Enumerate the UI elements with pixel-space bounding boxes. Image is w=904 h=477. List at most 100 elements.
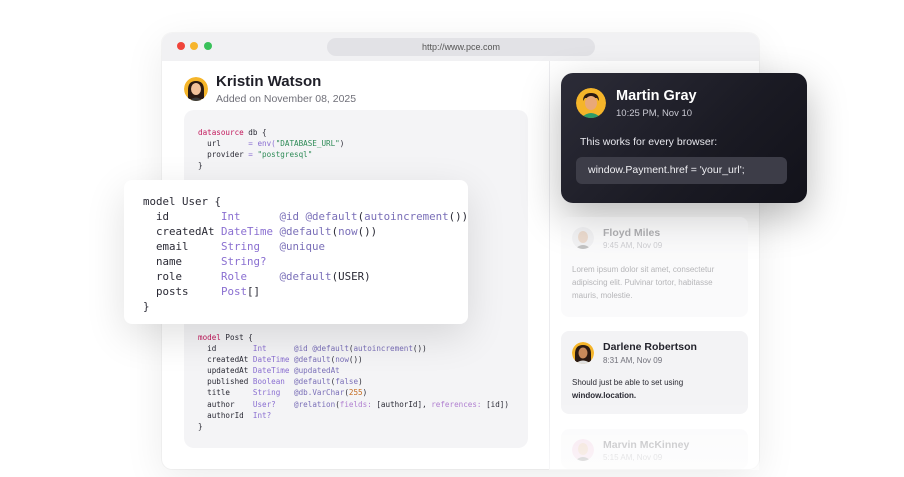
comment-time: 10:25 PM, Nov 10 [616,108,693,119]
code-token: @default [294,355,331,365]
code-token: now [338,225,358,238]
title-bar: http://www.pce.com [162,33,759,61]
code-token: posts [143,285,222,298]
code-token: createdAt [143,225,222,238]
code-token: name [143,255,222,268]
code-token: @relation [294,399,336,409]
user-model-code: model User { id Int @id @default(autoinc… [143,194,468,314]
code-token: provider [198,150,249,160]
comment-card-martin[interactable]: Martin Gray 10:25 PM, Nov 10 This works … [561,73,807,203]
avatar[interactable] [572,439,594,461]
minimize-window-button[interactable] [190,42,198,50]
author-name: Kristin Watson [216,73,322,90]
code-token: } [198,161,203,171]
comment-text: This works for every browser: [580,136,718,148]
code-token: datasource [198,128,244,137]
comment-card-darlene[interactable]: Darlene Robertson 8:31 AM, Nov 09 Should… [561,331,748,414]
avatar[interactable] [572,227,594,249]
avatar[interactable] [576,88,606,118]
commenter-name: Darlene Robertson [603,341,697,353]
code-token: id [143,210,222,223]
code-token: url [198,139,249,149]
code-token: false [335,377,359,387]
code-token: fields: [339,399,372,409]
code-token: @default [294,377,331,387]
avatar[interactable] [572,342,594,364]
code-token: db { [243,128,267,137]
code-token: String? [221,255,267,268]
code-token: ()) [412,344,427,354]
code-token: 255 [348,388,363,398]
code-token: = env( [248,139,276,149]
user-model-popup: model User { id Int @id @default(autoinc… [124,180,468,324]
code-token: role [143,270,222,283]
code-token: Role [221,270,248,283]
code-token: String [221,240,261,253]
code-token: } [198,421,203,431]
code-token: title [198,388,253,398]
code-token: @db.VarChar [294,388,345,398]
commenter-name: Floyd Miles [603,227,661,239]
comment-text: Lorem ipsum dolor sit amet, consectetur … [572,265,715,300]
code-token: email [143,240,222,253]
code-token: Int? [252,410,272,420]
maximize-window-button[interactable] [204,42,212,50]
code-token: ) [362,388,368,398]
code-token: createdAt [198,355,253,365]
code-token: references: [431,399,482,409]
code-token: updatedAt [198,366,253,376]
code-token: ()) [448,210,469,223]
comment-code: window.location. [572,391,637,400]
code-token: Int [221,210,241,223]
datasource-code: datasource db { url = env("DATABASE_URL"… [198,127,344,171]
post-author: Kristin Watson Added on November 08, 202… [184,73,356,105]
code-token: @default [279,225,332,238]
code-token: Boolean [252,377,285,387]
comment-card-floyd[interactable]: Floyd Miles 9:45 AM, Nov 09 Lorem ipsum … [561,217,748,317]
address-bar[interactable]: http://www.pce.com [327,38,595,56]
commenter-name: Marvin McKinney [603,439,690,451]
close-window-button[interactable] [177,42,185,50]
comment-card-marvin[interactable]: Marvin McKinney 5:15 AM, Nov 09 [561,429,748,469]
code-token: autoincrement [353,344,413,354]
commenter-name: Martin Gray [616,88,697,104]
comment-time: 8:31 AM, Nov 09 [603,356,663,365]
code-token: @id @default [294,344,349,354]
url-text: http://www.pce.com [421,42,501,52]
code-token: Int [252,344,267,354]
code-token: authorId [198,410,253,420]
comment-code: window.Payment.href = 'your_url'; [576,157,787,184]
code-token: ) [358,377,363,387]
code-token: model User { [143,195,222,208]
code-token: Post [221,285,248,298]
code-token: DateTime [221,225,274,238]
post-date: Added on November 08, 2025 [216,93,357,105]
code-token: String [252,388,281,398]
comment-time: 5:15 AM, Nov 09 [603,453,663,462]
code-token: id [198,344,253,354]
code-token: @default [279,270,332,283]
code-token: [authorId], [371,399,432,409]
pane-divider [549,61,550,469]
code-token: ) [339,139,345,149]
code-token: ()) [348,355,363,365]
code-token: author [198,399,253,409]
code-token: Post { [220,333,253,342]
code-token: DateTime [252,366,290,376]
code-token: model [198,333,221,342]
post-model-code: model Post { id Int @id @default(autoinc… [198,332,509,432]
code-token: [] [247,285,261,298]
code-token: "DATABASE_URL" [275,139,340,149]
comment-text: Should just be able to set using [572,378,684,387]
avatar[interactable] [184,77,208,101]
code-token: ()) [357,225,378,238]
code-token: now [335,355,349,365]
comment-time: 9:45 AM, Nov 09 [603,241,663,250]
